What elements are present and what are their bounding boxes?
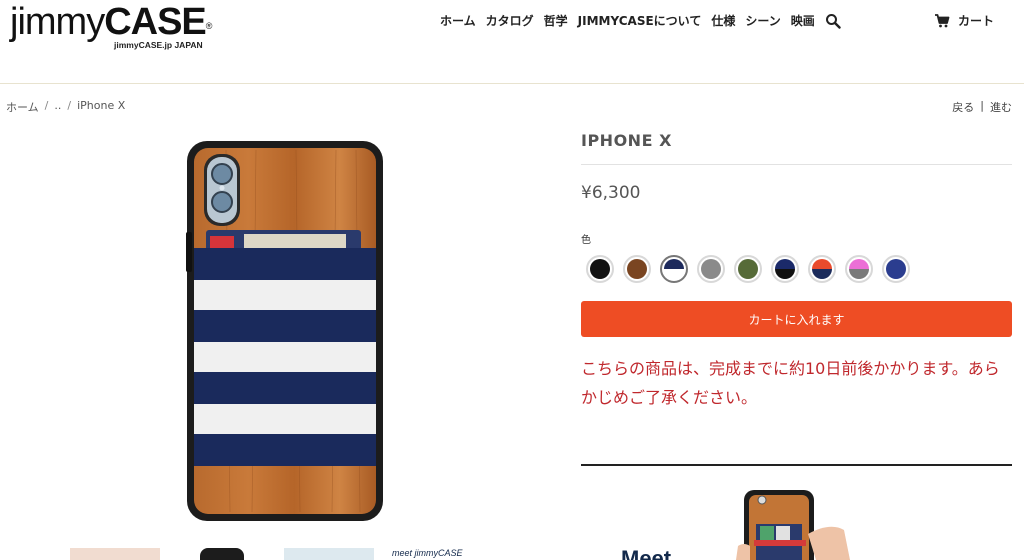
color-swatch[interactable] — [660, 255, 688, 283]
swatch-color — [775, 259, 795, 279]
pager-back[interactable]: 戻る — [952, 99, 974, 115]
swatch-bottom-color — [886, 269, 906, 279]
thumbnail-image[interactable] — [70, 548, 160, 560]
logo-subtitle: jimmyCASE.jp JAPAN — [114, 40, 203, 50]
swatch-color — [664, 259, 684, 279]
add-to-cart-button[interactable]: カートに入れます — [581, 301, 1012, 337]
product-main-image[interactable] — [186, 140, 384, 522]
nav-about[interactable]: JIMMYCASEについて — [578, 12, 702, 29]
product-pager: 戻る | 進む — [952, 99, 1012, 115]
swatch-color — [812, 259, 832, 279]
breadcrumb: ホーム / .. / iPhone X — [6, 99, 125, 115]
swatch-bottom-color — [664, 269, 684, 279]
thumbnail-image[interactable] — [284, 548, 374, 560]
section-divider — [581, 464, 1012, 466]
color-swatch[interactable] — [734, 255, 762, 283]
color-swatch[interactable] — [586, 255, 614, 283]
color-label: 色 — [581, 235, 591, 246]
cart-link[interactable]: カート — [934, 12, 994, 29]
production-notice: こちらの商品は、完成までに約10日前後かかります。あらかじめご了承ください。 — [581, 359, 1000, 407]
swatch-color — [627, 259, 647, 279]
nav-philosophy[interactable]: 哲学 — [544, 12, 568, 29]
swatch-color — [886, 259, 906, 279]
breadcrumb-current: iPhone X — [77, 99, 126, 112]
swatch-top-color — [590, 259, 610, 269]
swatch-bottom-color — [775, 269, 795, 279]
color-swatch[interactable] — [771, 255, 799, 283]
color-swatch[interactable] — [808, 255, 836, 283]
swatch-top-color — [812, 259, 832, 269]
nav-scenes[interactable]: シーン — [745, 12, 780, 29]
color-swatch[interactable] — [697, 255, 725, 283]
color-swatch[interactable] — [882, 255, 910, 283]
logo-registered: ® — [205, 21, 213, 31]
logo-wordmark: jimmyCASE® — [10, 1, 213, 43]
swatch-bottom-color — [590, 269, 610, 279]
thumbnail-image[interactable] — [200, 548, 244, 560]
thumbnail-meet[interactable]: meet jimmyCASE — [392, 548, 492, 560]
swatch-bottom-color — [627, 269, 647, 279]
swatch-top-color — [701, 259, 721, 269]
nav-movies[interactable]: 映画 — [791, 12, 815, 29]
swatch-color — [738, 259, 758, 279]
nav-catalog[interactable]: カタログ — [486, 12, 534, 29]
swatch-top-color — [775, 259, 795, 269]
title-divider — [581, 164, 1012, 165]
logo-jimmy: jimmy — [10, 1, 105, 43]
breadcrumb-separator: / — [67, 99, 72, 112]
swatch-top-color — [738, 259, 758, 269]
swatch-bottom-color — [812, 269, 832, 279]
site-logo[interactable]: jimmyCASE® jimmyCASE.jp JAPAN — [10, 1, 213, 50]
cart-icon — [935, 13, 950, 27]
main-nav: ホーム カタログ 哲学 JIMMYCASEについて 仕様 シーン 映画 — [440, 12, 841, 29]
logo-case: CASE — [104, 1, 207, 43]
thumbnail-strip: meet jimmyCASE — [70, 548, 490, 560]
cart-label: カート — [958, 14, 995, 28]
breadcrumb-separator: / — [44, 99, 49, 112]
swatch-color — [701, 259, 721, 279]
swatch-top-color — [886, 259, 906, 269]
site-header: jimmyCASE® jimmyCASE.jp JAPAN ホーム カタログ 哲… — [0, 0, 1024, 84]
color-swatch[interactable] — [845, 255, 873, 283]
swatch-color — [849, 259, 869, 279]
pager-next[interactable]: 進む — [990, 99, 1012, 115]
promo-image — [736, 490, 850, 560]
swatch-color — [590, 259, 610, 279]
product-price: ¥6,300 — [581, 183, 641, 203]
nav-home[interactable]: ホーム — [440, 12, 476, 29]
search-icon[interactable] — [825, 13, 841, 29]
nav-specs[interactable]: 仕様 — [711, 12, 735, 29]
pager-separator: | — [980, 99, 984, 112]
swatch-top-color — [627, 259, 647, 269]
swatch-bottom-color — [849, 269, 869, 279]
promo-heading: Meet — [621, 546, 672, 560]
swatch-bottom-color — [738, 269, 758, 279]
swatch-top-color — [664, 259, 684, 269]
color-swatch[interactable] — [623, 255, 651, 283]
breadcrumb-parent[interactable]: .. — [54, 99, 61, 115]
swatch-bottom-color — [701, 269, 721, 279]
breadcrumb-home[interactable]: ホーム — [6, 99, 39, 115]
product-title: IPHONE X — [581, 131, 672, 150]
swatch-top-color — [849, 259, 869, 269]
